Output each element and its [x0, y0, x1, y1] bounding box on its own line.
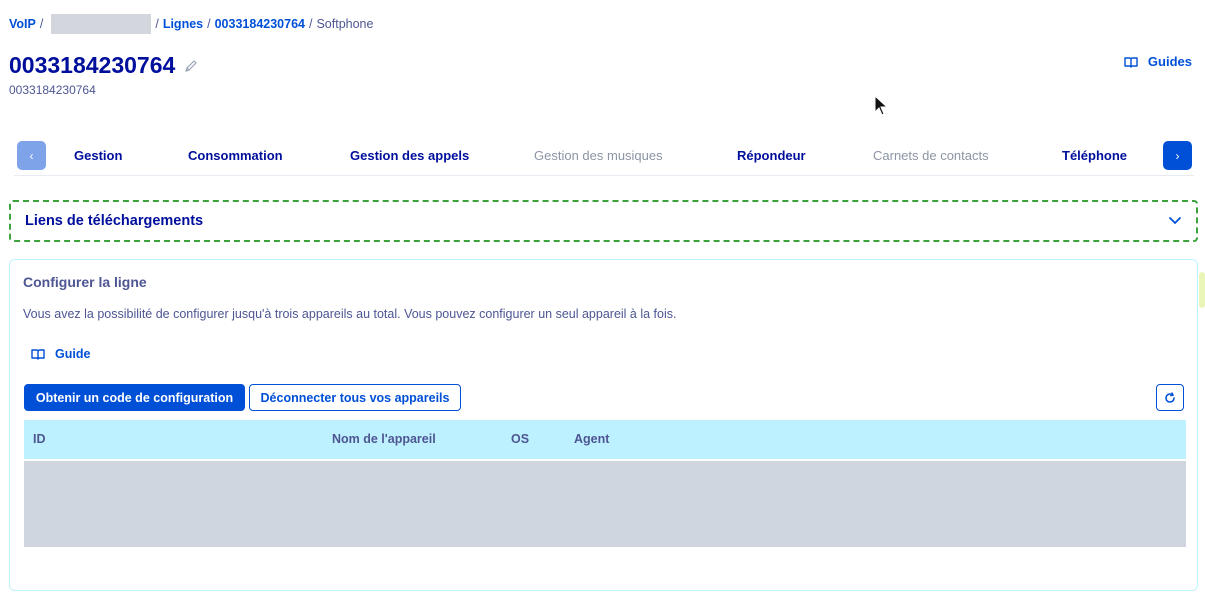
- page-title: 0033184230764: [9, 52, 176, 78]
- breadcrumb-current: Softphone: [316, 17, 374, 31]
- breadcrumb-separator: /: [207, 17, 211, 31]
- tab-scroll-right-button[interactable]: ›: [1163, 141, 1192, 170]
- tab-scroll-left-button[interactable]: ‹: [17, 141, 46, 170]
- pencil-icon[interactable]: [183, 58, 199, 74]
- breadcrumb-separator: /: [308, 17, 313, 31]
- accordion-title: Liens de téléchargements: [25, 213, 204, 229]
- download-links-accordion[interactable]: Liens de téléchargements: [9, 200, 1198, 242]
- breadcrumb-lignes[interactable]: Lignes: [163, 17, 203, 31]
- devices-table-body: [24, 461, 1186, 547]
- column-header-os[interactable]: OS: [511, 432, 529, 446]
- tab-bar: ‹ Gestion Consommation Gestion des appel…: [14, 136, 1194, 176]
- guides-link[interactable]: Guides: [1124, 54, 1192, 69]
- chevron-right-icon: ›: [1175, 148, 1180, 163]
- tab-consommation[interactable]: Consommation: [188, 148, 283, 163]
- guide-label: Guide: [55, 347, 91, 361]
- breadcrumb-separator: /: [39, 17, 44, 31]
- get-config-code-button[interactable]: Obtenir un code de configuration: [24, 384, 245, 411]
- tab-gestion-des-musiques: Gestion des musiques: [534, 148, 663, 163]
- tab-gestion-des-appels[interactable]: Gestion des appels: [350, 148, 469, 163]
- breadcrumb-separator: /: [155, 17, 159, 31]
- chevron-left-icon: ‹: [29, 148, 34, 163]
- column-header-agent[interactable]: Agent: [574, 432, 609, 446]
- devices-table-header: ID Nom de l'appareil OS Agent: [24, 420, 1186, 459]
- configure-line-card: Configurer la ligne Vous avez la possibi…: [9, 259, 1198, 591]
- guide-link[interactable]: Guide: [31, 347, 90, 361]
- mouse-cursor-icon: [874, 94, 890, 122]
- card-description: Vous avez la possibilité de configurer j…: [23, 307, 677, 321]
- title-row: 0033184230764: [9, 52, 199, 79]
- tab-gestion[interactable]: Gestion: [74, 148, 122, 163]
- refresh-button[interactable]: [1156, 384, 1184, 411]
- chevron-down-icon: [1169, 217, 1181, 224]
- breadcrumb-line-number[interactable]: 0033184230764: [215, 17, 305, 31]
- book-icon: [1124, 56, 1138, 68]
- scroll-indicator: [1199, 272, 1205, 308]
- guides-label: Guides: [1147, 54, 1192, 69]
- tab-carnets-de-contacts: Carnets de contacts: [873, 148, 989, 163]
- book-icon: [31, 349, 45, 360]
- breadcrumb: VoIP / / Lignes / 0033184230764 / Softph…: [9, 14, 373, 34]
- tab-repondeur[interactable]: Répondeur: [737, 148, 806, 163]
- breadcrumb-redacted-item: [51, 14, 152, 34]
- tab-telephone[interactable]: Téléphone: [1062, 148, 1127, 163]
- breadcrumb-voip[interactable]: VoIP: [9, 17, 36, 31]
- refresh-icon: [1165, 391, 1175, 403]
- column-header-id[interactable]: ID: [33, 432, 46, 446]
- disconnect-all-devices-button[interactable]: Déconnecter tous vos appareils: [249, 384, 461, 411]
- column-header-device-name[interactable]: Nom de l'appareil: [332, 432, 436, 446]
- card-title: Configurer la ligne: [23, 274, 147, 290]
- page-subtitle: 0033184230764: [9, 83, 96, 97]
